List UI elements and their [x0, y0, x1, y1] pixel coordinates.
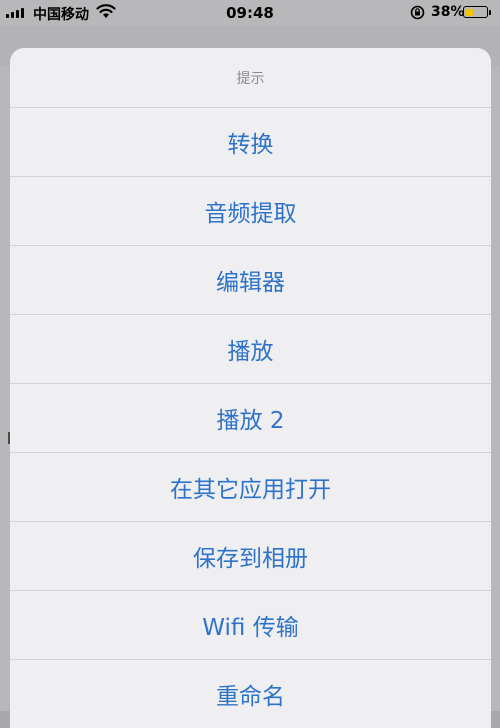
battery-icon — [463, 6, 488, 18]
action-editor[interactable]: 编辑器 — [10, 246, 491, 315]
rotation-lock-icon — [410, 5, 425, 20]
battery-level — [465, 8, 473, 16]
action-open-in-other-app[interactable]: 在其它应用打开 — [10, 453, 491, 522]
status-bar: 中国移动 09:48 38% — [0, 0, 500, 26]
action-sheet-title: 提示 — [10, 48, 491, 108]
action-play[interactable]: 播放 — [10, 315, 491, 384]
battery-percent: 38% — [431, 4, 465, 20]
battery-tip — [489, 10, 491, 15]
action-wifi-transfer[interactable]: Wifi 传输 — [10, 591, 491, 660]
action-play-2[interactable]: 播放 2 — [10, 384, 491, 453]
clock: 09:48 — [226, 4, 274, 22]
action-convert[interactable]: 转换 — [10, 108, 491, 177]
action-sheet: 提示 转换 音频提取 编辑器 播放 播放 2 在其它应用打开 保存到相册 Wif… — [10, 48, 491, 728]
action-save-to-album[interactable]: 保存到相册 — [10, 522, 491, 591]
action-extract-audio[interactable]: 音频提取 — [10, 177, 491, 246]
action-rename[interactable]: 重命名 — [10, 660, 491, 728]
